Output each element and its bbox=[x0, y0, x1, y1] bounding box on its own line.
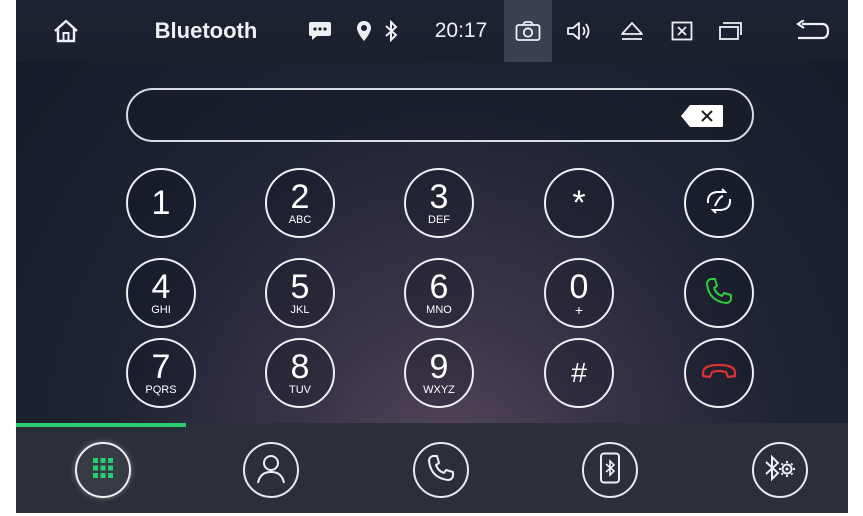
active-tab-indicator bbox=[16, 423, 186, 427]
key-0[interactable]: 0 + bbox=[544, 258, 614, 328]
key-digit: 7 bbox=[151, 347, 171, 386]
volume-icon[interactable] bbox=[562, 0, 598, 62]
message-icon[interactable] bbox=[304, 0, 336, 62]
key-letters: PQRS bbox=[145, 383, 177, 396]
key-3[interactable]: 3 DEF bbox=[404, 168, 474, 238]
nav-phone-bluetooth[interactable] bbox=[582, 442, 638, 498]
key-digit: * bbox=[572, 184, 586, 222]
contacts-icon bbox=[254, 451, 288, 490]
key-letters: MNO bbox=[426, 303, 452, 316]
keypad-icon bbox=[92, 457, 114, 484]
camera-icon[interactable] bbox=[504, 0, 552, 62]
nav-bluetooth-settings[interactable] bbox=[752, 442, 808, 498]
key-8[interactable]: 8 TUV bbox=[265, 338, 335, 408]
call-log-icon bbox=[426, 453, 456, 488]
key-9[interactable]: 9 WXYZ bbox=[404, 338, 474, 408]
key-4[interactable]: 4 GHI bbox=[126, 258, 196, 328]
key-letters: JKL bbox=[290, 303, 310, 316]
key-digit: 4 bbox=[151, 267, 171, 306]
call-icon bbox=[704, 276, 734, 311]
key-letters: + bbox=[574, 301, 584, 318]
screen: Bluetooth 20:17 1 2 ABC 3 DEF * 4 GHI 5 … bbox=[16, 0, 848, 513]
key-digit: 2 bbox=[290, 177, 310, 216]
key-letters: ABC bbox=[288, 213, 312, 226]
dial-number-field[interactable] bbox=[126, 88, 754, 142]
key-digit: 0 bbox=[569, 267, 589, 306]
key-letters: WXYZ bbox=[423, 383, 455, 396]
page-title: Bluetooth bbox=[154, 18, 258, 43]
switch-audio-icon bbox=[701, 186, 737, 221]
key-5[interactable]: 5 JKL bbox=[265, 258, 335, 328]
phone-bluetooth-icon bbox=[599, 452, 621, 489]
bottom-nav bbox=[16, 423, 848, 513]
key-star[interactable]: * bbox=[544, 168, 614, 238]
key-digit: 5 bbox=[290, 267, 310, 306]
key-6[interactable]: 6 MNO bbox=[404, 258, 474, 328]
windows-icon[interactable] bbox=[712, 0, 748, 62]
switch-audio-button[interactable] bbox=[684, 168, 754, 238]
close-box-icon[interactable] bbox=[664, 0, 700, 62]
backspace-icon[interactable] bbox=[680, 104, 724, 128]
status-bar: Bluetooth 20:17 bbox=[16, 0, 848, 62]
key-digit: 3 bbox=[429, 177, 449, 216]
location-icon bbox=[352, 0, 376, 62]
key-letters: TUV bbox=[289, 383, 311, 396]
key-digit: 6 bbox=[429, 267, 449, 306]
home-icon[interactable] bbox=[46, 0, 86, 62]
key-digit: # bbox=[571, 357, 587, 388]
nav-call-log[interactable] bbox=[413, 442, 469, 498]
eject-icon[interactable] bbox=[614, 0, 650, 62]
key-7[interactable]: 7 PQRS bbox=[126, 338, 196, 408]
back-icon[interactable] bbox=[790, 0, 834, 62]
nav-keypad[interactable] bbox=[75, 442, 131, 498]
hang-up-icon bbox=[701, 361, 737, 386]
key-digit: 1 bbox=[151, 184, 171, 222]
key-letters: GHI bbox=[151, 303, 171, 316]
key-2[interactable]: 2 ABC bbox=[265, 168, 335, 238]
clock-time: 20:17 bbox=[434, 19, 488, 42]
key-letters: DEF bbox=[428, 213, 450, 226]
call-button[interactable] bbox=[684, 258, 754, 328]
hang-up-button[interactable] bbox=[684, 338, 754, 408]
bluetooth-icon bbox=[379, 0, 403, 62]
key-1[interactable]: 1 bbox=[126, 168, 196, 238]
key-digit: 8 bbox=[290, 347, 310, 386]
key-hash[interactable]: # bbox=[544, 338, 614, 408]
bluetooth-settings-icon bbox=[763, 453, 797, 488]
key-digit: 9 bbox=[429, 347, 449, 386]
nav-contacts[interactable] bbox=[243, 442, 299, 498]
